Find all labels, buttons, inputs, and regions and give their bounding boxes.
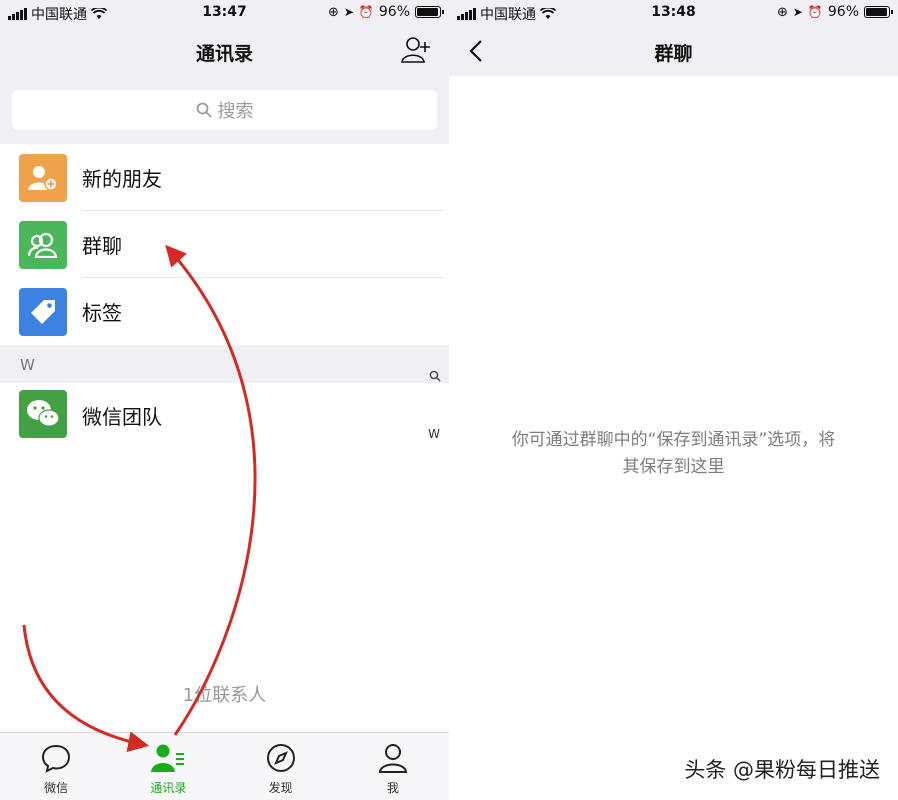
list-item-label: 标签 (82, 301, 122, 325)
wechat-icon (19, 390, 67, 438)
tab-me[interactable]: 我 (337, 733, 449, 800)
contacts-screen: 中国联通 13:47 ⊕ ➤ ⏰ 96% 通讯录 搜索 新的朋友 群聊 标签 W… (0, 0, 449, 800)
contact-name: 微信团队 (82, 405, 162, 429)
status-right-group: ⊕ ➤ ⏰ 96% (327, 4, 444, 20)
tab-chats[interactable]: 微信 (0, 733, 112, 800)
new-friend-icon (19, 154, 67, 202)
list-item-tags[interactable]: 标签 (0, 278, 449, 345)
list-item-label: 群聊 (82, 234, 122, 258)
status-right-group: ⊕ ➤ ⏰ 96% (776, 4, 893, 20)
contact-row-wechat-team[interactable]: 微信团队 (0, 383, 449, 449)
lock-rotation-icon: ⊕ (776, 4, 788, 20)
status-bar: 中国联通 13:47 ⊕ ➤ ⏰ 96% (0, 0, 449, 26)
status-bar: 中国联通 13:48 ⊕ ➤ ⏰ 96% (449, 0, 898, 26)
battery-icon (864, 6, 893, 18)
section-letter: W (20, 356, 35, 374)
battery-percent: 96% (827, 4, 859, 20)
search-input[interactable]: 搜索 (12, 90, 437, 130)
empty-message-line1: 你可通过群聊中的“保存到通讯录”选项，将 (511, 430, 836, 450)
page-title: 通讯录 (195, 43, 253, 65)
alarm-icon: ⏰ (807, 5, 823, 19)
empty-message-line2: 其保存到这里 (622, 457, 725, 477)
person-icon (378, 744, 407, 773)
tag-icon (19, 288, 67, 336)
chat-bubble-icon (42, 744, 71, 773)
add-friend-icon[interactable] (401, 36, 431, 64)
battery-icon (415, 6, 444, 18)
location-icon: ➤ (792, 5, 803, 19)
list-item-new-friends[interactable]: 新的朋友 (0, 144, 449, 211)
group-chat-icon (19, 221, 67, 269)
tab-label: 我 (386, 781, 399, 795)
empty-state-message: 你可通过群聊中的“保存到通讯录”选项，将 其保存到这里 (469, 427, 878, 481)
page-title: 群聊 (654, 43, 693, 65)
search-icon (196, 102, 212, 118)
search-bar: 搜索 (0, 76, 449, 144)
search-placeholder: 搜索 (217, 101, 254, 122)
lock-rotation-icon: ⊕ (327, 4, 339, 20)
list-item-group-chat[interactable]: 群聊 (0, 211, 449, 278)
tab-label: 发现 (268, 781, 293, 795)
list-item-label: 新的朋友 (82, 167, 162, 191)
alarm-icon: ⏰ (358, 5, 374, 19)
group-chat-screen: 中国联通 13:48 ⊕ ➤ ⏰ 96% 群聊 你可通过群聊中的“保存到通讯录”… (449, 0, 898, 800)
section-header-w: W (0, 345, 449, 383)
tab-bar: 微信 通讯录 发现 我 (0, 732, 449, 800)
nav-bar: 通讯录 (0, 26, 449, 76)
battery-percent: 96% (378, 4, 410, 20)
tab-label: 通讯录 (150, 781, 187, 795)
contacts-icon (151, 744, 185, 772)
watermark: 头条 @果粉每日推送 (684, 758, 880, 782)
tab-label: 微信 (44, 781, 69, 795)
location-icon: ➤ (343, 5, 354, 19)
tab-contacts[interactable]: 通讯录 (112, 733, 224, 800)
tab-discover[interactable]: 发现 (225, 733, 337, 800)
nav-bar: 群聊 (449, 26, 898, 76)
index-search-icon[interactable] (429, 370, 441, 382)
compass-icon (266, 744, 295, 772)
function-list: 新的朋友 群聊 标签 (0, 144, 449, 345)
contact-count: 1位联系人 (182, 685, 267, 706)
